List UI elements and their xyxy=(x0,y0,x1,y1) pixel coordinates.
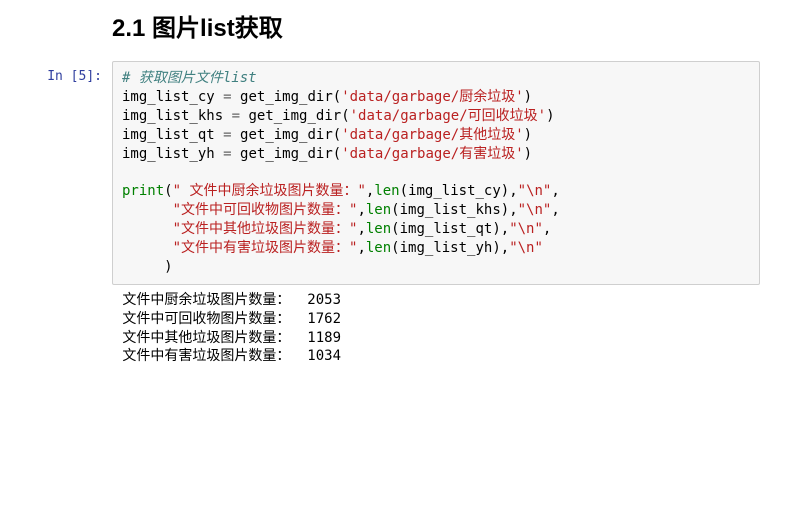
code-line: img_list_khs = get_img_dir('data/garbage… xyxy=(122,107,750,126)
output-line: 文件中其他垃圾图片数量： 1189 xyxy=(114,329,772,348)
code-comment: # 获取图片文件list xyxy=(122,70,257,86)
output-line: 文件中可回收物图片数量： 1762 xyxy=(114,310,772,329)
output-line: 文件中厨余垃圾图片数量： 2053 xyxy=(114,291,772,310)
input-prompt: In [5]: xyxy=(20,61,112,84)
code-line: # 获取图片文件list xyxy=(122,69,750,88)
code-line: print(" 文件中厨余垃圾图片数量：",len(img_list_cy),"… xyxy=(122,182,750,201)
output-area: 文件中厨余垃圾图片数量： 2053 文件中可回收物图片数量： 1762 文件中其… xyxy=(112,285,772,367)
code-line: img_list_cy = get_img_dir('data/garbage/… xyxy=(122,88,750,107)
notebook-container: 2.1 图片list获取 In [5]: # 获取图片文件list img_li… xyxy=(0,0,792,386)
code-line: img_list_yh = get_img_dir('data/garbage/… xyxy=(122,145,750,164)
code-line: ) xyxy=(122,258,750,277)
code-blank-line xyxy=(122,163,750,182)
code-line: "文件中可回收物图片数量：",len(img_list_khs),"\n", xyxy=(122,201,750,220)
code-cell-row: In [5]: # 获取图片文件list img_list_cy = get_i… xyxy=(20,61,772,285)
code-input-area[interactable]: # 获取图片文件list img_list_cy = get_img_dir('… xyxy=(112,61,760,285)
code-line: img_list_qt = get_img_dir('data/garbage/… xyxy=(122,126,750,145)
section-heading: 2.1 图片list获取 xyxy=(112,8,772,43)
code-line: "文件中其他垃圾图片数量：",len(img_list_qt),"\n", xyxy=(122,220,750,239)
code-line: "文件中有害垃圾图片数量：",len(img_list_yh),"\n" xyxy=(122,239,750,258)
output-line: 文件中有害垃圾图片数量： 1034 xyxy=(114,347,772,366)
